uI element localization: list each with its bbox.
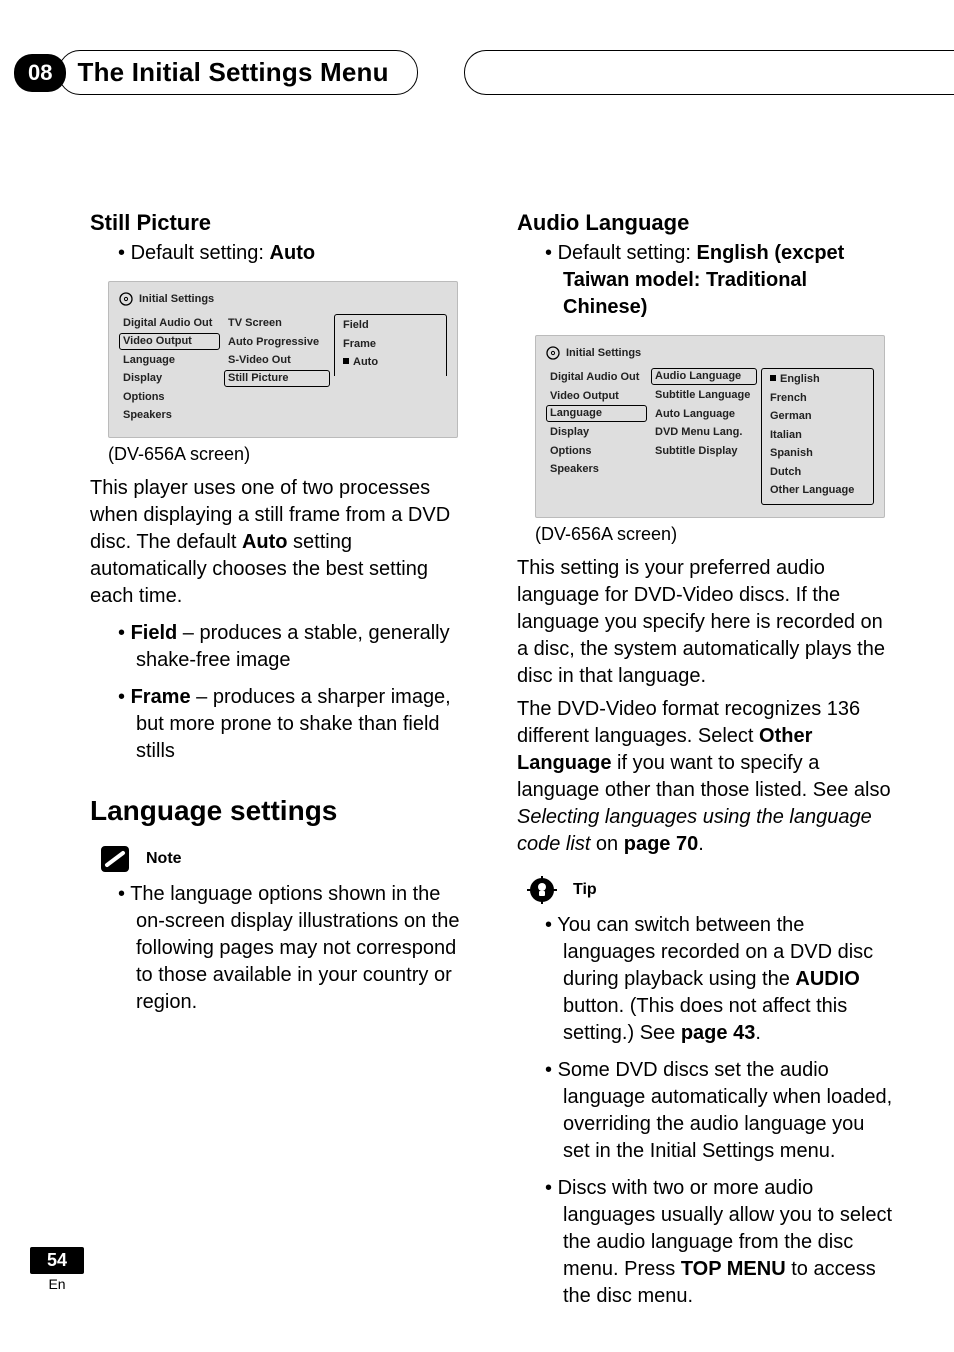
menu1-c2-0: TV Screen — [224, 314, 330, 333]
menu2-c2-0-selected: Audio Language — [651, 368, 757, 385]
tip-0: You can switch between the languages rec… — [545, 912, 894, 1047]
menu1-c2-3-selected: Still Picture — [224, 370, 330, 387]
menu1-c3-0: Field — [339, 316, 442, 335]
menu2-c1-4: Options — [546, 442, 647, 461]
menu1-c3-1: Frame — [339, 335, 442, 354]
menu2-c2-4: Subtitle Display — [651, 442, 757, 461]
tip0bold2: page 43 — [681, 1022, 755, 1044]
sp-p1bold: Auto — [242, 531, 288, 553]
tip0bold: AUDIO — [795, 968, 859, 990]
sp-bullet-field: Field – produces a stable, generally sha… — [118, 620, 467, 674]
page-number: 54 En — [30, 1247, 84, 1292]
menu2-c2-3: DVD Menu Lang. — [651, 423, 757, 442]
menu2-c3-4: Spanish — [766, 444, 869, 463]
left-column: Still Picture Default setting: Auto Init… — [90, 210, 467, 1310]
tip-2: Discs with two or more audio languages u… — [545, 1175, 894, 1310]
menu1-c2-1: Auto Progressive — [224, 333, 330, 352]
menu1-c1-5: Speakers — [119, 406, 220, 425]
menu1-c3-2-marked: Auto — [339, 353, 442, 372]
sp-b1-bold: Frame — [131, 686, 191, 708]
menu1-c1-4: Options — [119, 388, 220, 407]
menu2-c1-5: Speakers — [546, 460, 647, 479]
tip-row: Tip — [527, 876, 894, 904]
right-column: Audio Language Default setting: English … — [517, 210, 894, 1310]
default-prefix: Default setting: — [131, 242, 270, 264]
header-decor-box — [464, 50, 954, 95]
menu1-c1-1-selected: Video Output — [119, 333, 220, 350]
disc-icon — [119, 292, 133, 306]
still-picture-menu: Initial Settings Digital Audio Out Video… — [108, 281, 458, 438]
menu2-c3-6: Other Language — [766, 481, 869, 500]
tip-label: Tip — [573, 881, 597, 899]
menu1-c1-2: Language — [119, 351, 220, 370]
menu1-c1-3: Display — [119, 369, 220, 388]
disc-icon — [546, 346, 560, 360]
menu2-c1-1: Video Output — [546, 387, 647, 406]
menu2-c3-3: Italian — [766, 426, 869, 445]
al-p2bold2: page 70 — [624, 833, 698, 855]
language-settings-heading: Language settings — [90, 795, 467, 827]
sp-b0-bold: Field — [131, 622, 178, 644]
page-number-value: 54 — [30, 1247, 84, 1274]
page-header: 08 The Initial Settings Menu — [0, 50, 954, 95]
al-def-prefix: Default setting: — [558, 242, 697, 264]
page-title: The Initial Settings Menu — [77, 57, 388, 88]
still-picture-para1: This player uses one of two processes wh… — [90, 475, 467, 610]
still-picture-heading: Still Picture — [90, 210, 467, 236]
page-lang: En — [30, 1276, 84, 1292]
note-text: The language options shown in the on-scr… — [118, 881, 467, 1016]
tip2bold: TOP MENU — [681, 1258, 786, 1280]
menu1-c1-0: Digital Audio Out — [119, 314, 220, 333]
still-picture-caption: (DV-656A screen) — [108, 444, 467, 465]
menu2-c3-2: German — [766, 407, 869, 426]
menu2-c2-2: Auto Language — [651, 405, 757, 424]
still-picture-default: Default setting: Auto — [118, 240, 467, 267]
al-p2d: . — [698, 833, 704, 855]
menu-title: Initial Settings — [566, 347, 641, 359]
audio-language-heading: Audio Language — [517, 210, 894, 236]
menu2-c1-3: Display — [546, 423, 647, 442]
sp-bullet-frame: Frame – produces a sharper image, but mo… — [118, 684, 467, 765]
menu2-c3-1: French — [766, 389, 869, 408]
tip1a: Some DVD discs set the audio language au… — [558, 1059, 893, 1162]
menu2-c3-0-marked: English — [766, 370, 869, 389]
al-para2: The DVD-Video format recognizes 136 diff… — [517, 696, 894, 858]
header-title-wrap: The Initial Settings Menu — [58, 50, 417, 95]
default-value: Auto — [270, 242, 316, 264]
note-row: Note — [100, 845, 467, 873]
audio-language-caption: (DV-656A screen) — [535, 524, 894, 545]
note-icon — [100, 845, 130, 873]
tip-icon — [527, 876, 557, 904]
sp-b0-rest: – produces a stable, generally shake-fre… — [136, 622, 450, 671]
menu2-c1-0: Digital Audio Out — [546, 368, 647, 387]
al-p2c: on — [590, 833, 623, 855]
menu-title: Initial Settings — [139, 293, 214, 305]
menu2-c3-5: Dutch — [766, 463, 869, 482]
tip-1: Some DVD discs set the audio language au… — [545, 1057, 894, 1165]
menu2-c2-1: Subtitle Language — [651, 386, 757, 405]
menu2-c1-2-selected: Language — [546, 405, 647, 422]
menu1-c2-2: S-Video Out — [224, 351, 330, 370]
al-para1: This setting is your preferred audio lan… — [517, 555, 894, 690]
audio-language-menu: Initial Settings Digital Audio Out Video… — [535, 335, 885, 518]
note-label: Note — [146, 850, 182, 868]
tip0c: . — [755, 1022, 761, 1044]
audio-language-default: Default setting: English (excpet Taiwan … — [545, 240, 894, 321]
